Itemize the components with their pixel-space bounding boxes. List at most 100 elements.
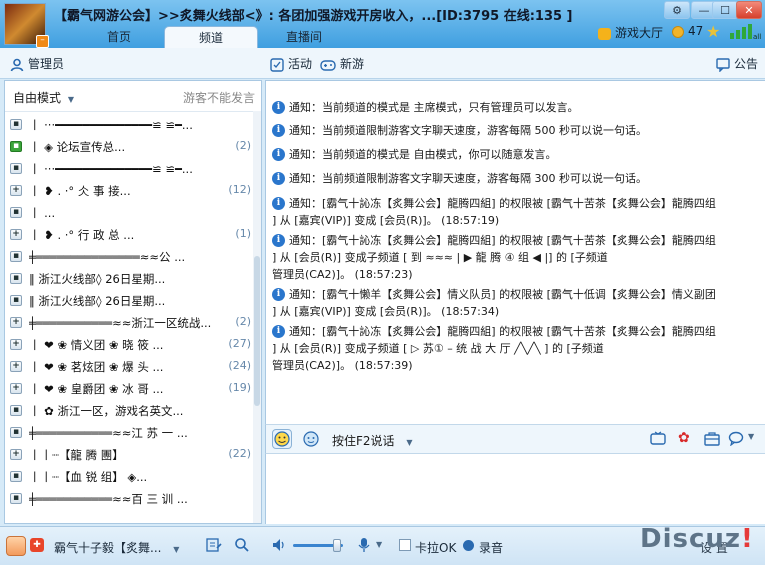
volume-slider[interactable] [293,539,343,552]
expand-icon[interactable]: + [10,339,22,350]
coins-indicator[interactable]: 47 [672,24,703,38]
lock-icon[interactable]: ▪ [10,295,22,306]
channel-list-item[interactable]: ▪ 丨 ... [5,202,253,224]
maximize-button[interactable]: ☐ [712,1,738,19]
channel-list-item[interactable]: ▪ 丨 ◈ 论坛宣传总... (2) [5,136,253,158]
channel-member-count: (24) [228,359,251,372]
channel-list-item[interactable]: + 丨 ❤ ❀ 茗炫团 ❀ 爆 头 ... (24) [5,356,253,378]
lock-icon[interactable]: ▪ [10,273,22,284]
close-button[interactable]: ✕ [736,1,762,19]
channel-member-count: (27) [228,337,251,350]
channel-list-item[interactable]: ▪ ╪═══════════≈≈江 苏 一 ... [5,422,253,444]
message-text-continued: 管理员(CA2)]。 (18:57:23) [272,268,413,281]
channel-list-item[interactable]: + ╪═══════════≈≈浙江一区统战... (2) [5,312,253,334]
channel-name: 丨 ❤ ❀ 情义团 ❀ 晓 筱 ... [29,338,164,352]
record-label[interactable]: 录音 [479,539,503,556]
tab-channel[interactable]: 频道 [164,26,258,48]
flower-icon[interactable]: ✿ [678,430,690,446]
star-icon[interactable]: ★ [706,22,720,41]
new-game-button[interactable]: 新游 [320,55,364,72]
window-title: 【霸气网游公会】>>炙舞火线部<》: 各团加强游戏开房收入，...[ID:379… [54,9,573,24]
channel-list-item[interactable]: ▪ ╪═══════════≈≈百 三 训 ... [5,488,253,510]
chevron-down-icon[interactable]: ▼ [376,540,382,549]
talk-mode-select[interactable]: 按住F2说话 ▼ [332,432,413,449]
chat-bubble-icon[interactable] [728,431,744,449]
lock-icon[interactable]: ▪ [10,207,22,218]
edit-icon[interactable] [206,537,222,556]
channel-list-item[interactable]: ▪ 丨 ✿ 浙江一区，游戏名英文... [5,400,253,422]
channel-list-item[interactable]: ▪ ‖ 浙江火线部◊ 26日星期... [5,268,253,290]
scrollbar[interactable] [253,111,261,523]
title-bar: – 【霸气网游公会】>>炙舞火线部<》: 各团加强游戏开房收入，...[ID:3… [0,0,765,48]
expand-icon[interactable]: + [10,361,22,372]
lock-icon[interactable]: ▪ [10,427,22,438]
lock-icon[interactable]: ▪ [10,119,22,130]
username-select[interactable]: 霸气十子毅【炙舞... ▼ [54,539,179,556]
settings-button[interactable]: ⚙ [664,1,690,19]
karaoke-checkbox[interactable] [399,539,411,551]
tab-home[interactable]: 首页 [82,26,156,48]
toolbar: 管理员 活动 新游 公告 [0,48,765,79]
scrollbar-thumb[interactable] [254,256,260,406]
channel-list-item[interactable]: ▪ ‖ 浙江火线部◊ 26日星期... [5,290,253,312]
channel-member-count: (22) [228,447,251,460]
microphone-icon[interactable] [357,537,371,556]
channel-list-item[interactable]: ▪ ╪═══════════════≈≈公 ... [5,246,253,268]
game-hall-button[interactable]: 游戏大厅 [598,24,663,41]
message-text: 通知：[霸气十訫冻【炙舞公会】龍腾四組] 的权限被 [霸气十苦茶【炙舞公会】龍腾… [289,234,716,247]
expand-icon[interactable]: + [10,229,22,240]
lock-icon[interactable]: ▪ [10,493,22,504]
lock-icon[interactable]: ▪ [10,471,22,482]
volume-slider-thumb[interactable] [333,539,341,552]
expand-icon[interactable]: + [10,449,22,460]
toolbox-icon[interactable] [704,431,720,449]
notice-label: 公告 [734,57,759,71]
tab-live-room[interactable]: 直播间 [262,26,346,48]
user-icon [10,58,24,71]
message-text-continued: ] 从 [嘉宾(VIP)] 变成 [会员(R)]。 (18:57:34) [272,305,500,318]
lock-icon[interactable]: ▪ [10,405,22,416]
mode-select[interactable]: 自由模式 ▼ [13,89,74,106]
channel-list-item[interactable]: + 丨 ❥ . ·° 仌 事 接... (12) [5,180,253,202]
activity-label: 活动 [288,57,313,71]
channel-list-item[interactable]: ▪ 丨 ···━━━━━━━━━━━━━━≌ ≌━... [5,114,253,136]
admin-button[interactable]: 管理员 [10,55,64,72]
expand-icon[interactable]: + [10,185,22,196]
message-text: 通知：当前频道的模式是 主席模式，只有管理员可以发言。 [289,101,579,114]
message-text-continued: ] 从 [会员(R)] 变成子频道 [ 到 ≈≈≈ | ▶ 龍 腾 ④ 组 ◀ … [272,251,608,264]
emoji-button[interactable] [272,429,292,449]
channel-name: 丨 ···━━━━━━━━━━━━━━≌ ≌━... [29,118,193,132]
channel-list-item[interactable]: ▪ 丨 ···━━━━━━━━━━━━━━≌ ≌━... [5,158,253,180]
gift-icon[interactable]: ✚ [30,538,44,552]
expand-icon[interactable]: + [10,383,22,394]
svg-text:all: all [753,33,761,40]
message-input-area[interactable] [265,454,765,524]
channel-list-item[interactable]: + 丨丨┈【龍 腾 團】 (22) [5,444,253,466]
channel-list-item[interactable]: + 丨 ❤ ❀ 情义团 ❀ 晓 筱 ... (27) [5,334,253,356]
tv-icon[interactable] [650,431,666,449]
notice-button[interactable]: 公告 [716,55,758,72]
mode-row: 自由模式 ▼ 游客不能发言 [5,81,261,112]
expand-icon[interactable]: + [10,317,22,328]
lock-icon[interactable]: ▪ [10,251,22,262]
channel-name: ╪═══════════≈≈百 三 训 ... [29,492,188,506]
channel-name: ‖ 浙江火线部◊ 26日星期... [29,294,166,308]
lock-icon[interactable]: ▪ [10,163,22,174]
system-message: i 通知：[霸气十訫冻【炙舞公会】龍腾四組] 的权限被 [霸气十苦茶【炙舞公会】龍… [270,195,760,229]
chevron-down-icon[interactable]: ▼ [748,432,754,441]
active-lock-icon[interactable]: ▪ [10,141,22,152]
guest-notice: 游客不能发言 [182,91,255,105]
channel-member-count: (12) [228,183,251,196]
record-icon[interactable] [463,540,474,551]
channel-list-item[interactable]: ▪ 丨丨┈【血 锐 组】 ◈... [5,466,253,488]
message-text: 通知：当前频道的模式是 自由模式，你可以随意发言。 [289,148,557,161]
new-game-label: 新游 [340,57,365,71]
channel-list-item[interactable]: + 丨 ❥ . ·° 行 政 总 ... (1) [5,224,253,246]
search-icon[interactable] [234,537,250,556]
face-icon[interactable] [302,430,320,451]
activity-button[interactable]: 活动 [270,55,312,72]
system-message: i 通知：当前频道的模式是 主席模式，只有管理员可以发言。 [270,99,760,119]
channel-list-item[interactable]: + 丨 ❤ ❀ 皇爵团 ❀ 冰 哥 ... (19) [5,378,253,400]
speaker-icon[interactable] [272,538,288,555]
user-avatar[interactable] [6,536,26,556]
